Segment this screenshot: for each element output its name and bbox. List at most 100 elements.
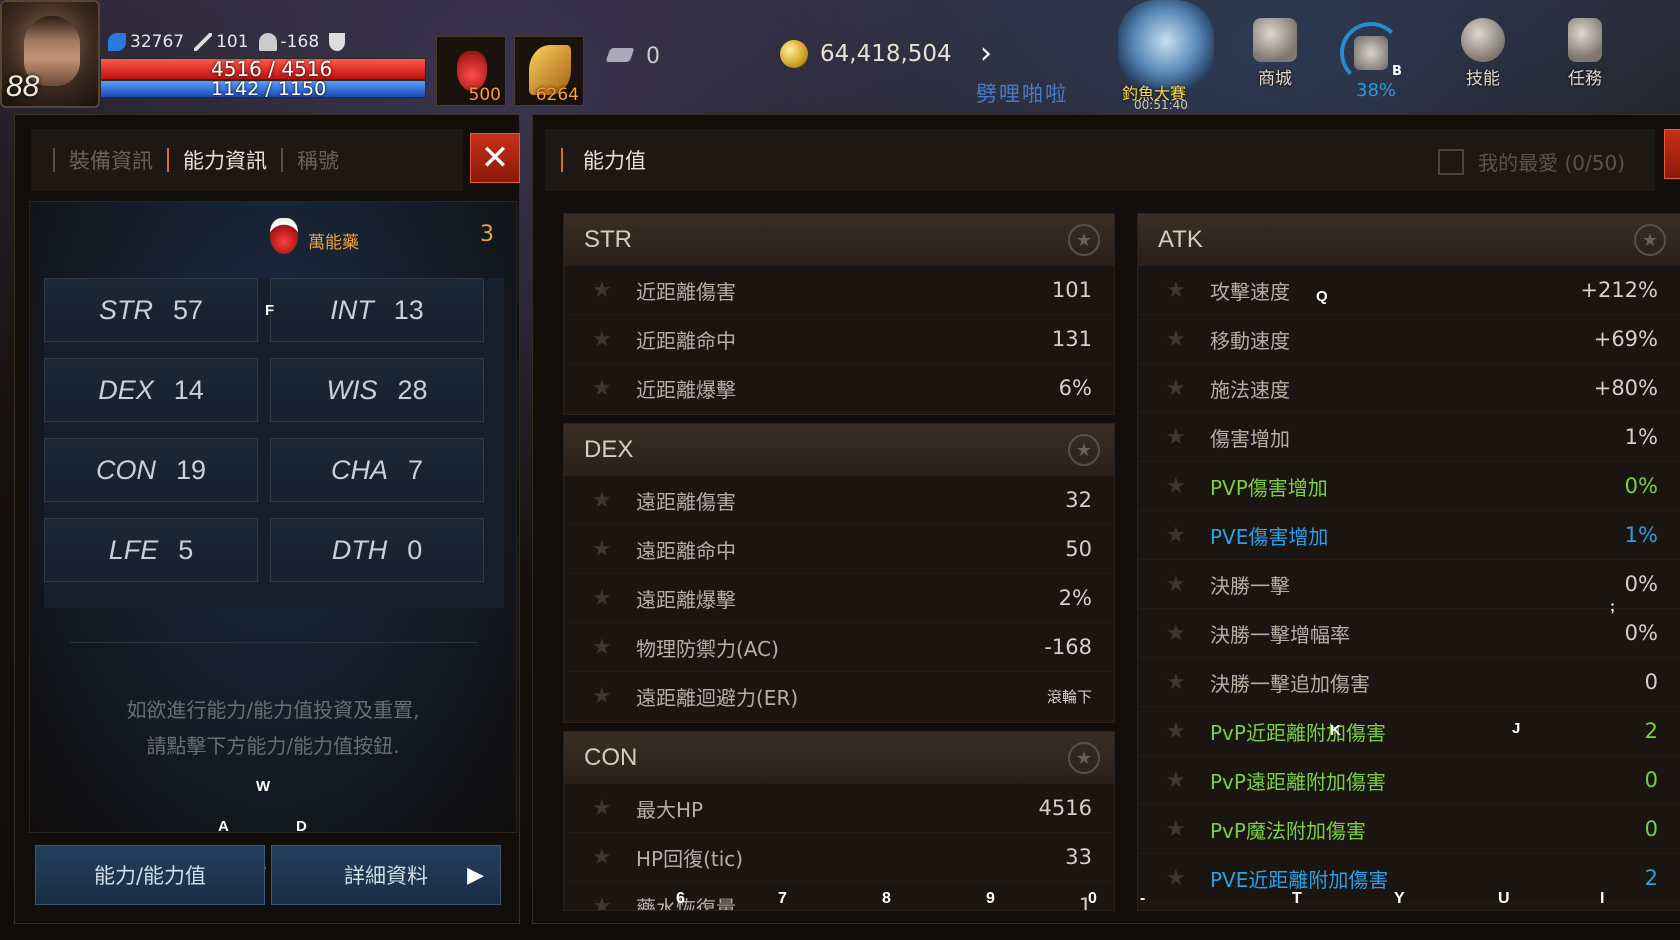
hp-bar: 4516 / 4516 — [100, 58, 426, 80]
trophy[interactable] — [329, 32, 346, 52]
item-slot[interactable]: 6264 — [514, 36, 584, 106]
stat-row[interactable]: ★ PvP遠距離附加傷害 0 — [1138, 756, 1680, 805]
stat-value: 28 — [397, 374, 428, 405]
hotkey-slot[interactable]: 7 — [778, 890, 787, 908]
stat-cell-dex[interactable]: DEX 14 — [44, 358, 258, 422]
stat-row[interactable]: ★ PVE傷害增加 1% — [1138, 511, 1680, 560]
star-icon[interactable]: ★ — [1068, 434, 1100, 466]
scroll-icon — [1568, 18, 1602, 62]
stat-row[interactable]: ★ 物理防禦力(AC) -168 — [564, 623, 1114, 672]
star-icon[interactable]: ★ — [592, 684, 636, 709]
gem-icon — [605, 48, 635, 62]
hotkey-slot[interactable]: U — [1498, 890, 1510, 908]
row-value: +212% — [1580, 278, 1658, 302]
hotkey-d: D — [296, 818, 307, 835]
skills-button[interactable]: 技能 — [1448, 18, 1518, 89]
stat-row[interactable]: ★ 近距離傷害 101 — [564, 266, 1114, 315]
star-icon[interactable]: ★ — [1166, 278, 1210, 303]
star-icon[interactable]: ★ — [1166, 425, 1210, 450]
stat-power: 32767 — [108, 32, 184, 52]
ability-button[interactable]: 能力/能力值 — [35, 845, 265, 905]
star-icon[interactable]: ★ — [592, 376, 636, 401]
tab-equipment[interactable]: 裝備資訊 — [69, 145, 153, 175]
star-icon[interactable]: ★ — [1166, 572, 1210, 597]
hotkey-slot[interactable]: Y — [1394, 890, 1405, 908]
stat-row[interactable]: ★ 近距離命中 131 — [564, 315, 1114, 364]
close-icon[interactable]: ✕ — [470, 133, 520, 183]
quests-button[interactable]: 任務 — [1550, 18, 1620, 89]
shop-button[interactable]: 商城 — [1240, 18, 1310, 89]
row-value: 101 — [1051, 278, 1092, 302]
star-icon[interactable]: ★ — [1166, 719, 1210, 744]
tab-title[interactable]: 稱號 — [297, 145, 339, 175]
star-icon[interactable]: ★ — [592, 537, 636, 562]
star-icon[interactable]: ★ — [592, 894, 636, 911]
hotkey-slot[interactable]: - — [1140, 890, 1145, 908]
stat-row[interactable]: ★ 遠距離迴避力(ER) 滾輪下 — [564, 672, 1114, 721]
star-icon[interactable]: ★ — [1166, 327, 1210, 352]
star-icon[interactable]: ★ — [1166, 621, 1210, 646]
star-icon[interactable]: ★ — [1634, 224, 1666, 256]
stat-row[interactable]: ★ HP回復(tic) 33 — [564, 833, 1114, 882]
stat-cell-con[interactable]: CON 19 — [44, 438, 258, 502]
stat-row[interactable]: ★ PvP近距離附加傷害 2 — [1138, 707, 1680, 756]
hotkey-slot[interactable]: 8 — [882, 890, 891, 908]
hotkey-slot[interactable]: T — [1292, 890, 1302, 908]
stat-row[interactable]: ★ 藥水恢復量 1 — [564, 882, 1114, 911]
hotkey-slot[interactable]: 9 — [986, 890, 995, 908]
star-icon[interactable]: ★ — [592, 488, 636, 513]
potion-slot[interactable]: 500 — [436, 36, 506, 106]
hotkey-slot[interactable]: 6 — [676, 890, 685, 908]
stat-cell-cha[interactable]: CHA 7 — [270, 438, 484, 502]
stat-row[interactable]: ★ 傷害增加 1% — [1138, 413, 1680, 462]
tab-ability[interactable]: 能力資訊 — [183, 145, 267, 175]
gold-expand-chevron-icon[interactable]: › — [980, 36, 992, 71]
stat-row[interactable]: ★ 決勝一擊增幅率 0% — [1138, 609, 1680, 658]
stat-cell-dth[interactable]: DTH 0 — [270, 518, 484, 582]
hotkey-slot[interactable]: 0 — [1088, 890, 1097, 908]
stat-cell-int[interactable]: INT 13 — [270, 278, 484, 342]
stat-row[interactable]: ★ 決勝一擊 0% — [1138, 560, 1680, 609]
star-icon[interactable]: ★ — [1068, 224, 1100, 256]
star-icon[interactable]: ★ — [1166, 817, 1210, 842]
star-icon[interactable]: ★ — [592, 635, 636, 660]
stat-row[interactable]: ★ 近距離爆擊 6% — [564, 364, 1114, 413]
stat-row[interactable]: ★ 遠距離爆擊 2% — [564, 574, 1114, 623]
stat-row[interactable]: ★ PvP魔法附加傷害 0 — [1138, 805, 1680, 854]
star-icon[interactable]: ★ — [1166, 866, 1210, 891]
star-icon[interactable]: ★ — [592, 845, 636, 870]
stat-row[interactable]: ★ 決勝一擊追加傷害 0 — [1138, 658, 1680, 707]
star-icon[interactable]: ★ — [1166, 376, 1210, 401]
stat-row[interactable]: ★ 遠距離傷害 32 — [564, 476, 1114, 525]
star-icon[interactable]: ★ — [592, 586, 636, 611]
stat-row[interactable]: ★ 攻擊速度 +212% — [1138, 266, 1680, 315]
row-label: 近距離爆擊 — [636, 377, 736, 402]
row-value: 0 — [1644, 817, 1658, 841]
star-icon[interactable]: ★ — [592, 327, 636, 352]
stat-row[interactable]: ★ 移動速度 +69% — [1138, 315, 1680, 364]
favorites-checkbox[interactable] — [1438, 148, 1465, 175]
star-icon[interactable]: ★ — [1166, 768, 1210, 793]
row-value: 33 — [1065, 845, 1092, 869]
star-icon[interactable]: ★ — [1166, 523, 1210, 548]
stat-row[interactable]: ★ PVE近距離附加傷害 2 — [1138, 854, 1680, 903]
stat-cell-wis[interactable]: WIS 28 — [270, 358, 484, 422]
star-icon[interactable]: ★ — [1166, 474, 1210, 499]
stat-cell-lfe[interactable]: LFE 5 — [44, 518, 258, 582]
star-icon[interactable]: ★ — [1068, 742, 1100, 774]
fishing-event-fish-icon[interactable] — [1118, 0, 1214, 92]
star-icon[interactable]: ★ — [592, 796, 636, 821]
stat-row[interactable]: ★ 施法速度 +80% — [1138, 364, 1680, 413]
stat-row[interactable]: ★ PVP傷害增加 0% — [1138, 462, 1680, 511]
right-close-button[interactable] — [1664, 129, 1680, 179]
detail-button[interactable]: 詳細資料 ▶ — [271, 845, 501, 905]
star-icon[interactable]: ★ — [1166, 670, 1210, 695]
stat-row[interactable]: ★ 遠距離命中 50 — [564, 525, 1114, 574]
stat-row[interactable]: ★ 最大HP 4516 — [564, 784, 1114, 833]
stat-cell-str[interactable]: STR 57 — [44, 278, 258, 342]
row-value: 2 — [1644, 719, 1658, 743]
event-label[interactable]: 劈哩啪啦 — [976, 78, 1068, 108]
hotkey-slot[interactable]: I — [1600, 890, 1604, 908]
favorites-toggle[interactable]: 我的最愛 (0/50) — [1438, 147, 1625, 176]
star-icon[interactable]: ★ — [592, 278, 636, 303]
